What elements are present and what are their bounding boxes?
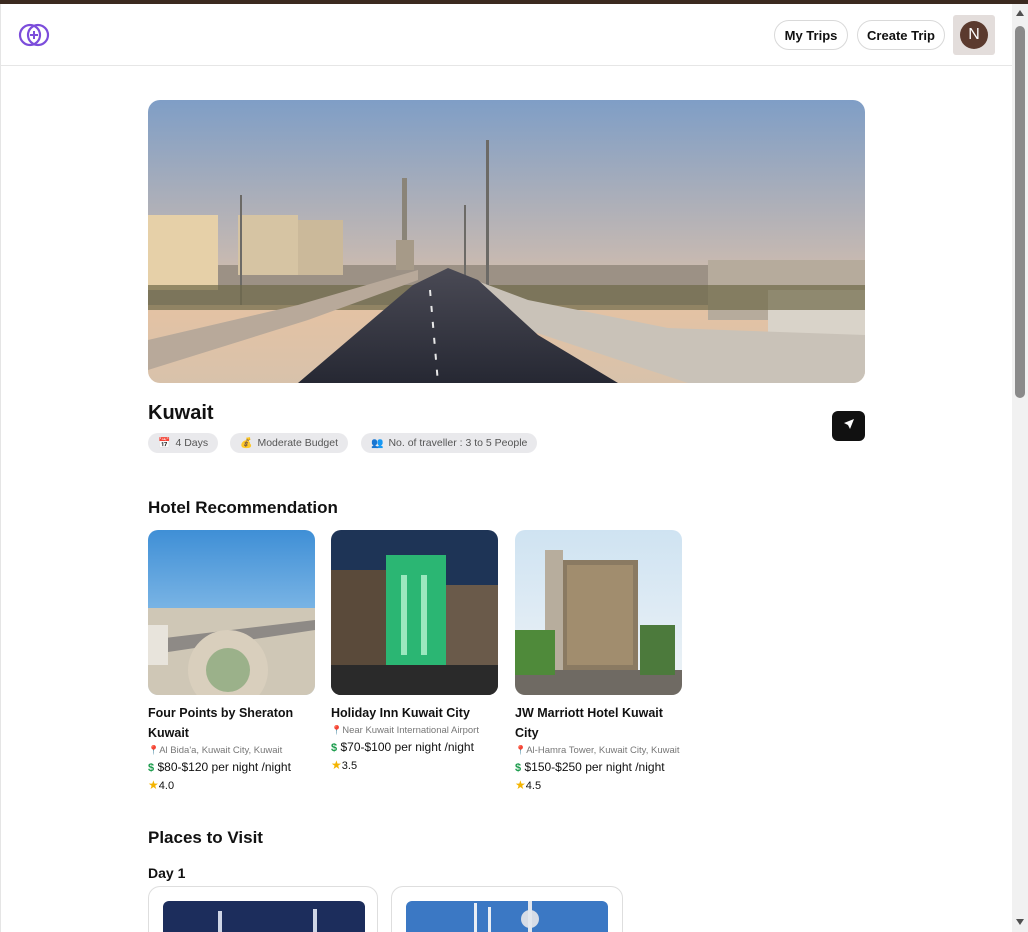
hotel-rating: 3.5: [341, 760, 358, 772]
place-image: [163, 901, 365, 932]
hotel-card[interactable]: JW Marriott Hotel Kuwait City 📍Al-Hamra …: [515, 530, 683, 794]
hotel-address: Al-Hamra Tower, Kuwait City, Kuwait: [526, 745, 680, 756]
dollar-icon: $: [331, 742, 338, 754]
page-scrollbar[interactable]: [1012, 4, 1028, 932]
location-pin-icon: 📍: [331, 725, 343, 735]
hotel-price: $70-$100 per night /night: [340, 740, 474, 754]
hotel-card[interactable]: Holiday Inn Kuwait City 📍Near Kuwait Int…: [331, 530, 499, 774]
create-trip-button[interactable]: Create Trip: [857, 20, 945, 50]
avatar: N: [960, 21, 988, 49]
share-button[interactable]: [832, 411, 865, 441]
hotel-image: [331, 530, 498, 695]
hotel-name: Holiday Inn Kuwait City: [331, 706, 470, 720]
place-card[interactable]: [148, 886, 378, 932]
hotel-card[interactable]: Four Points by Sheraton Kuwait 📍Al Bida'…: [148, 530, 316, 794]
destination-hero-image: [148, 100, 865, 383]
dollar-icon: $: [515, 762, 522, 774]
star-icon: ★: [331, 758, 342, 772]
budget-label: Moderate Budget: [257, 437, 339, 449]
hotel-image: [515, 530, 682, 695]
app-logo-icon[interactable]: [17, 20, 53, 50]
budget-chip: 💰 Moderate Budget: [230, 433, 349, 453]
location-pin-icon: 📍: [148, 745, 160, 755]
place-image: [406, 901, 608, 932]
send-icon: [843, 417, 855, 435]
scroll-down-icon[interactable]: [1016, 919, 1024, 925]
travellers-chip: 👥 No. of traveller : 3 to 5 People: [361, 433, 538, 453]
hotel-rating: 4.5: [525, 780, 542, 792]
scroll-up-icon[interactable]: [1016, 10, 1024, 16]
location-pin-icon: 📍: [515, 745, 527, 755]
hotel-address: Near Kuwait International Airport: [342, 725, 479, 736]
hotel-name: JW Marriott Hotel Kuwait City: [515, 706, 663, 740]
hotel-rating: 4.0: [158, 780, 175, 792]
duration-label: 4 Days: [175, 437, 209, 449]
hotel-price: $150-$250 per night /night: [524, 760, 665, 774]
trip-details-page: My Trips Create Trip N Kuwait 📅 4 Days 💰…: [0, 4, 1012, 932]
duration-chip: 📅 4 Days: [148, 433, 219, 453]
destination-title: Kuwait: [148, 402, 214, 424]
scroll-thumb[interactable]: [1015, 26, 1025, 398]
user-menu-button[interactable]: N: [953, 15, 995, 55]
people-icon: 👥: [371, 437, 384, 449]
top-nav: My Trips Create Trip N: [1, 4, 1012, 66]
hotel-section-title: Hotel Recommendation: [148, 498, 338, 517]
money-bag-icon: 💰: [240, 437, 253, 449]
dollar-icon: $: [148, 762, 155, 774]
hotel-image: [148, 530, 315, 695]
my-trips-button[interactable]: My Trips: [774, 20, 848, 50]
hotel-price: $80-$120 per night /night: [157, 760, 291, 774]
hotel-name: Four Points by Sheraton Kuwait: [148, 706, 294, 740]
places-section-title: Places to Visit: [148, 828, 263, 847]
place-card[interactable]: [391, 886, 623, 932]
travellers-label: No. of traveller : 3 to 5 People: [388, 437, 528, 449]
calendar-icon: 📅: [158, 437, 171, 449]
star-icon: ★: [148, 778, 159, 792]
day-label: Day 1: [148, 865, 186, 881]
star-icon: ★: [515, 778, 526, 792]
hotel-address: Al Bida'a, Kuwait City, Kuwait: [159, 745, 283, 756]
